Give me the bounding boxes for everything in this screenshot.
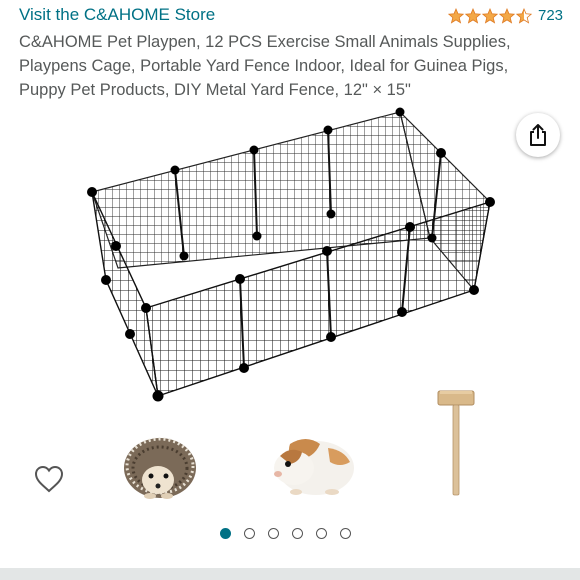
hedgehog-image (124, 437, 196, 499)
main-product-image[interactable] (80, 104, 500, 409)
pagination-dot-2[interactable] (244, 528, 255, 539)
star-rating-icon (448, 8, 532, 23)
bottom-divider (0, 568, 580, 580)
store-link[interactable]: Visit the C&AHOME Store (19, 5, 215, 25)
thumbnail-guinea-pig[interactable] (270, 428, 356, 505)
playpen-image (87, 107, 495, 402)
rating-count[interactable]: 723 (538, 7, 563, 24)
thumbnail-mallet[interactable] (432, 388, 480, 503)
star-rating[interactable]: 723 (448, 7, 563, 24)
pagination-dot-6[interactable] (340, 528, 351, 539)
thumbnail-hedgehog[interactable] (120, 420, 200, 505)
pagination-dot-4[interactable] (292, 528, 303, 539)
share-button[interactable] (516, 113, 560, 157)
heart-icon (34, 465, 64, 493)
wooden-mallet-image (437, 390, 475, 496)
product-title: C&AHOME Pet Playpen, 12 PCS Exercise Sma… (19, 33, 511, 99)
pagination-dot-3[interactable] (268, 528, 279, 539)
pagination-dot-1[interactable] (220, 528, 231, 539)
pagination-dot-5[interactable] (316, 528, 327, 539)
wishlist-button[interactable] (34, 465, 64, 498)
gallery-pagination (220, 528, 351, 539)
guinea-pig-image (274, 439, 354, 495)
share-icon (530, 124, 546, 146)
